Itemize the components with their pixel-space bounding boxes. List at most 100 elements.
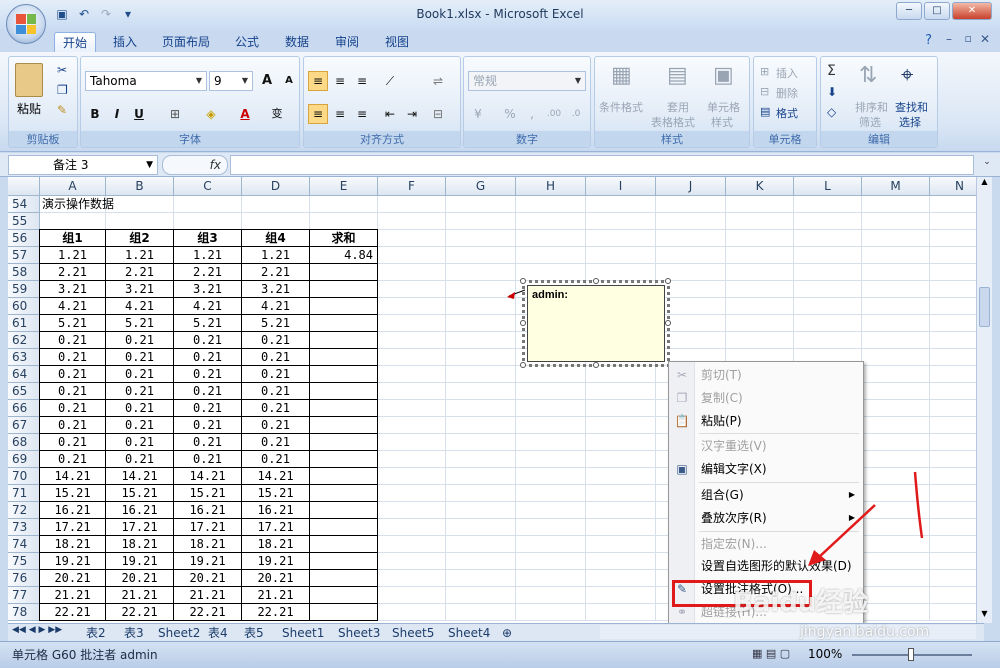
decrease-indent-icon[interactable]: ⇤	[380, 104, 400, 124]
italic-button[interactable]: I	[107, 104, 127, 124]
format-painter-icon[interactable]: ✎	[57, 103, 67, 117]
cell[interactable]	[794, 315, 862, 332]
cell[interactable]	[310, 298, 378, 315]
column-header[interactable]: C	[174, 177, 242, 196]
resize-handle[interactable]	[520, 278, 526, 284]
cell[interactable]	[930, 366, 976, 383]
vertical-scrollbar[interactable]: ▲ ▼	[976, 177, 992, 623]
cell[interactable]	[930, 298, 976, 315]
phonetic-button[interactable]: 变	[267, 104, 287, 124]
border-icon[interactable]: ⊞	[165, 104, 185, 124]
cell[interactable]	[174, 213, 242, 230]
cell[interactable]	[726, 196, 794, 213]
cell[interactable]	[862, 434, 930, 451]
cell[interactable]	[862, 264, 930, 281]
insert-cells-button[interactable]: 插入	[776, 65, 798, 81]
cell[interactable]: 0.21	[40, 451, 106, 468]
tab-insert[interactable]: 插入	[113, 32, 137, 52]
zoom-level[interactable]: 100%	[808, 647, 842, 661]
cell[interactable]	[446, 468, 516, 485]
cell[interactable]	[930, 281, 976, 298]
cell[interactable]	[516, 587, 586, 604]
row-header[interactable]: 72	[8, 502, 40, 519]
cell[interactable]: 20.21	[40, 570, 106, 587]
row-header[interactable]: 54	[8, 196, 40, 213]
close-button[interactable]: ✕	[952, 2, 992, 20]
tab-home[interactable]: 开始	[54, 32, 97, 52]
cell[interactable]: 14.21	[106, 468, 174, 485]
cell[interactable]: 2.21	[242, 264, 310, 281]
cell[interactable]	[378, 468, 446, 485]
cell[interactable]: 15.21	[242, 485, 310, 502]
row-header[interactable]: 71	[8, 485, 40, 502]
cell[interactable]	[516, 536, 586, 553]
increase-indent-icon[interactable]: ⇥	[402, 104, 422, 124]
cell[interactable]	[446, 570, 516, 587]
cell[interactable]	[516, 604, 586, 621]
cell[interactable]	[794, 213, 862, 230]
cell[interactable]	[726, 315, 794, 332]
cell[interactable]: 15.21	[40, 485, 106, 502]
resize-handle[interactable]	[665, 320, 671, 326]
cell[interactable]: 0.21	[242, 383, 310, 400]
cell[interactable]	[516, 553, 586, 570]
cell[interactable]	[930, 604, 976, 621]
row-header[interactable]: 57	[8, 247, 40, 264]
cell[interactable]: 0.21	[106, 434, 174, 451]
cell[interactable]: 0.21	[242, 451, 310, 468]
cell[interactable]	[378, 519, 446, 536]
cell[interactable]: 组3	[174, 230, 242, 247]
cell[interactable]	[310, 485, 378, 502]
cell[interactable]: 组4	[242, 230, 310, 247]
cell[interactable]	[586, 230, 656, 247]
cell[interactable]	[310, 196, 378, 213]
row-header[interactable]: 58	[8, 264, 40, 281]
cell[interactable]	[516, 468, 586, 485]
cell[interactable]: 0.21	[40, 349, 106, 366]
minimize-button[interactable]: ─	[896, 2, 922, 20]
cell[interactable]: 18.21	[106, 536, 174, 553]
cell[interactable]	[106, 213, 174, 230]
cell[interactable]	[446, 196, 516, 213]
cell[interactable]	[516, 247, 586, 264]
cell[interactable]	[586, 519, 656, 536]
tab-formulas[interactable]: 公式	[235, 32, 259, 52]
cell[interactable]	[446, 434, 516, 451]
cell[interactable]	[794, 281, 862, 298]
cell[interactable]: 0.21	[174, 366, 242, 383]
cell[interactable]	[516, 230, 586, 247]
cell[interactable]	[446, 451, 516, 468]
cell[interactable]	[446, 366, 516, 383]
cell[interactable]	[310, 366, 378, 383]
row-header[interactable]: 60	[8, 298, 40, 315]
menu-item[interactable]: ❐ 复制(C)	[669, 387, 863, 409]
cell[interactable]	[516, 485, 586, 502]
sheet-tab[interactable]: 表2	[82, 625, 110, 641]
cell[interactable]	[446, 315, 516, 332]
cell[interactable]	[310, 570, 378, 587]
cell[interactable]	[586, 587, 656, 604]
cell[interactable]	[516, 196, 586, 213]
cell[interactable]	[726, 247, 794, 264]
cell[interactable]: 15.21	[174, 485, 242, 502]
office-button[interactable]	[6, 4, 46, 44]
row-header[interactable]: 63	[8, 349, 40, 366]
cell[interactable]	[726, 281, 794, 298]
find-select-button-1[interactable]: 查找和	[895, 99, 928, 115]
row-header[interactable]: 56	[8, 230, 40, 247]
row-header[interactable]: 76	[8, 570, 40, 587]
cell[interactable]	[378, 553, 446, 570]
column-header[interactable]: I	[586, 177, 656, 196]
column-header[interactable]: G	[446, 177, 516, 196]
cell[interactable]: 1.21	[40, 247, 106, 264]
number-format-select[interactable]: 常规 ▼	[468, 71, 586, 91]
row-header[interactable]: 69	[8, 451, 40, 468]
cell[interactable]: 18.21	[40, 536, 106, 553]
cell[interactable]	[378, 349, 446, 366]
cell[interactable]	[586, 417, 656, 434]
cell[interactable]	[516, 434, 586, 451]
column-header[interactable]: K	[726, 177, 794, 196]
cell[interactable]	[862, 298, 930, 315]
cell[interactable]	[378, 502, 446, 519]
sheet-nav-icon[interactable]: ◀◀ ◀ ▶ ▶▶	[12, 625, 62, 635]
